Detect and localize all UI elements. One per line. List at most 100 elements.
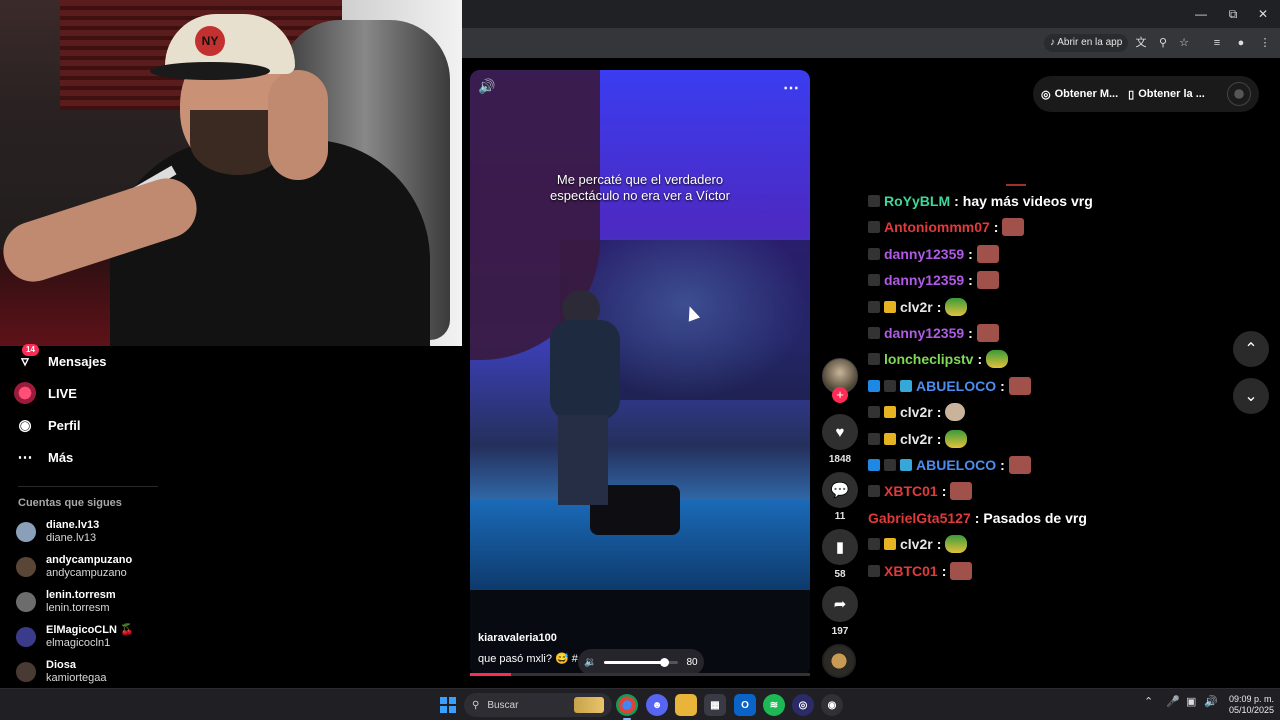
- obs-icon[interactable]: ◉: [821, 694, 843, 716]
- video-progress-bar[interactable]: [470, 673, 810, 676]
- video-caption: Me percaté que el verdadero espectáculo …: [470, 172, 810, 204]
- qr-badge-icon: [900, 459, 912, 471]
- nav-label: Perfil: [48, 417, 81, 433]
- following-item[interactable]: andycampuzano andycampuzano: [16, 552, 132, 582]
- open-in-app-button[interactable]: ♪ Abrir en la app: [1044, 34, 1129, 52]
- video-description: que pasó mxli? 😅 #: [478, 653, 578, 665]
- more-options-icon[interactable]: ⋯: [783, 78, 800, 98]
- outlook-icon[interactable]: O: [734, 694, 756, 716]
- chat-separator: :: [936, 404, 942, 421]
- nav-item-more[interactable]: ⋯ Más: [14, 443, 74, 471]
- store-icon[interactable]: ▦: [704, 694, 726, 716]
- profile-avatar-icon[interactable]: ●: [1232, 34, 1250, 52]
- following-item[interactable]: diane.lv13 diane.lv13: [16, 517, 99, 547]
- following-name: Diosa: [46, 659, 76, 671]
- file-explorer-icon[interactable]: [675, 694, 697, 716]
- share-icon[interactable]: ➦: [822, 586, 858, 622]
- discord-icon[interactable]: ☻: [646, 694, 668, 716]
- chrome-icon[interactable]: [616, 694, 638, 720]
- get-coins-button[interactable]: ◎ Obtener M...: [1041, 88, 1118, 101]
- avatar: [16, 627, 36, 647]
- chat-username[interactable]: RoYyBLM: [884, 193, 950, 209]
- mod-badge-icon: [868, 538, 880, 551]
- nav-label: Mensajes: [48, 353, 107, 369]
- crown-badge-icon: [884, 406, 896, 419]
- mod-badge-icon: [868, 485, 880, 498]
- windows-start-icon[interactable]: [440, 697, 456, 713]
- chat-separator: :: [941, 483, 947, 500]
- volume-track[interactable]: [604, 657, 679, 667]
- screen: NY — ⧉ ✕ ♪ Abrir en la app 文 ⚲ ☆ ≡ ● ⋮ ▿…: [0, 0, 1280, 720]
- music-disc-icon[interactable]: [822, 644, 856, 678]
- mod-badge-icon: [868, 300, 880, 313]
- zoom-icon[interactable]: ⚲: [1154, 34, 1172, 52]
- volume-tray-icon[interactable]: 🔊: [1204, 695, 1218, 708]
- chat-username[interactable]: GabrielGta5127: [868, 510, 971, 526]
- video-player[interactable]: Me percaté que el verdadero espectáculo …: [470, 70, 810, 676]
- profile-icon: ◉: [18, 417, 32, 434]
- chat-username[interactable]: XBTC01: [884, 563, 938, 579]
- chat-username[interactable]: danny12359: [884, 272, 964, 288]
- close-icon[interactable]: ✕: [1248, 4, 1278, 24]
- taskbar-search[interactable]: ⚲ Buscar: [464, 693, 612, 717]
- top-actions: ◎ Obtener M... ▯ Obtener la ...: [1033, 76, 1259, 112]
- following-item[interactable]: Diosa kamiortegaa: [16, 657, 107, 687]
- chat-username[interactable]: Antoniommm07: [884, 219, 990, 235]
- coin-icon: ◎: [1041, 88, 1051, 101]
- volume-knob[interactable]: [659, 657, 669, 667]
- nav-item-profile[interactable]: ◉ Perfil: [14, 411, 81, 439]
- like-icon[interactable]: ♥: [822, 414, 858, 450]
- cap-brim: [150, 62, 270, 80]
- chat-username[interactable]: loncheclipstv: [884, 351, 973, 367]
- following-name: andycampuzano: [46, 554, 133, 566]
- comment-icon[interactable]: 💬: [822, 472, 858, 508]
- scroll-up-icon[interactable]: ⌃: [1233, 331, 1269, 367]
- chat-username[interactable]: clv2r: [900, 536, 933, 552]
- restore-icon[interactable]: ⧉: [1218, 4, 1248, 24]
- app-icon[interactable]: ◎: [792, 694, 814, 716]
- volume-slider[interactable]: 🔉 80: [578, 649, 704, 675]
- mod-badge-icon: [868, 221, 880, 234]
- chat-username[interactable]: XBTC01: [884, 483, 938, 499]
- phone-icon: ▯: [1128, 88, 1135, 101]
- following-title: Cuentas que sigues: [18, 497, 122, 509]
- minimize-icon[interactable]: —: [1186, 4, 1216, 24]
- video-author[interactable]: kiaravaleria100: [478, 632, 557, 644]
- following-handle: lenin.torresm: [46, 602, 110, 614]
- spotify-icon[interactable]: ≋: [763, 694, 785, 716]
- nav-item-messages[interactable]: ▿ 14 Mensajes: [14, 344, 107, 375]
- streamer-hand: [268, 70, 328, 180]
- reading-list-icon[interactable]: ≡: [1208, 34, 1226, 52]
- tiktok-icon: ♪: [1050, 37, 1055, 48]
- chat-separator: :: [936, 536, 942, 553]
- scroll-down-icon[interactable]: ⌄: [1233, 378, 1269, 414]
- taskbar-clock[interactable]: 09:09 p. m. 05/10/2025: [1222, 694, 1274, 716]
- bookmark-icon[interactable]: ▮: [822, 529, 858, 565]
- microphone-icon[interactable]: 🎤: [1166, 695, 1180, 708]
- follow-plus-icon[interactable]: +: [832, 387, 848, 403]
- chat-username[interactable]: clv2r: [900, 404, 933, 420]
- user-avatar[interactable]: [1227, 82, 1251, 106]
- chat-username[interactable]: ABUELOCO: [916, 378, 996, 394]
- translate-icon[interactable]: 文: [1132, 34, 1150, 52]
- chat-separator: :: [968, 245, 973, 262]
- get-app-button[interactable]: ▯ Obtener la ...: [1128, 88, 1205, 101]
- tray-chevron-icon[interactable]: ⌃: [1144, 695, 1153, 708]
- following-item[interactable]: lenin.torresm lenin.torresm: [16, 587, 116, 617]
- following-item[interactable]: ElMagicoCLN 🍒 elmagicocln1: [16, 622, 134, 652]
- tiktok-sidebar: ▿ 14 Mensajes LIVE ◉ Perfil ⋯ Más Cuentas…: [0, 344, 462, 688]
- clock-date: 05/10/2025: [1228, 705, 1274, 715]
- volume-icon[interactable]: 🔊: [478, 78, 498, 98]
- chat-username[interactable]: danny12359: [884, 246, 964, 262]
- chat-username[interactable]: clv2r: [900, 299, 933, 315]
- network-icon[interactable]: ▣: [1186, 695, 1196, 708]
- bookmark-star-icon[interactable]: ☆: [1175, 34, 1193, 52]
- chat-divider: [1006, 184, 1026, 186]
- kebab-menu-icon[interactable]: ⋮: [1256, 34, 1274, 52]
- chat-username[interactable]: clv2r: [900, 431, 933, 447]
- nav-item-live[interactable]: LIVE: [14, 379, 77, 407]
- arrow-badge-icon: [868, 379, 880, 392]
- chat-username[interactable]: ABUELOCO: [916, 457, 996, 473]
- chat-username[interactable]: danny12359: [884, 325, 964, 341]
- chat-message: clv2r:: [868, 296, 968, 318]
